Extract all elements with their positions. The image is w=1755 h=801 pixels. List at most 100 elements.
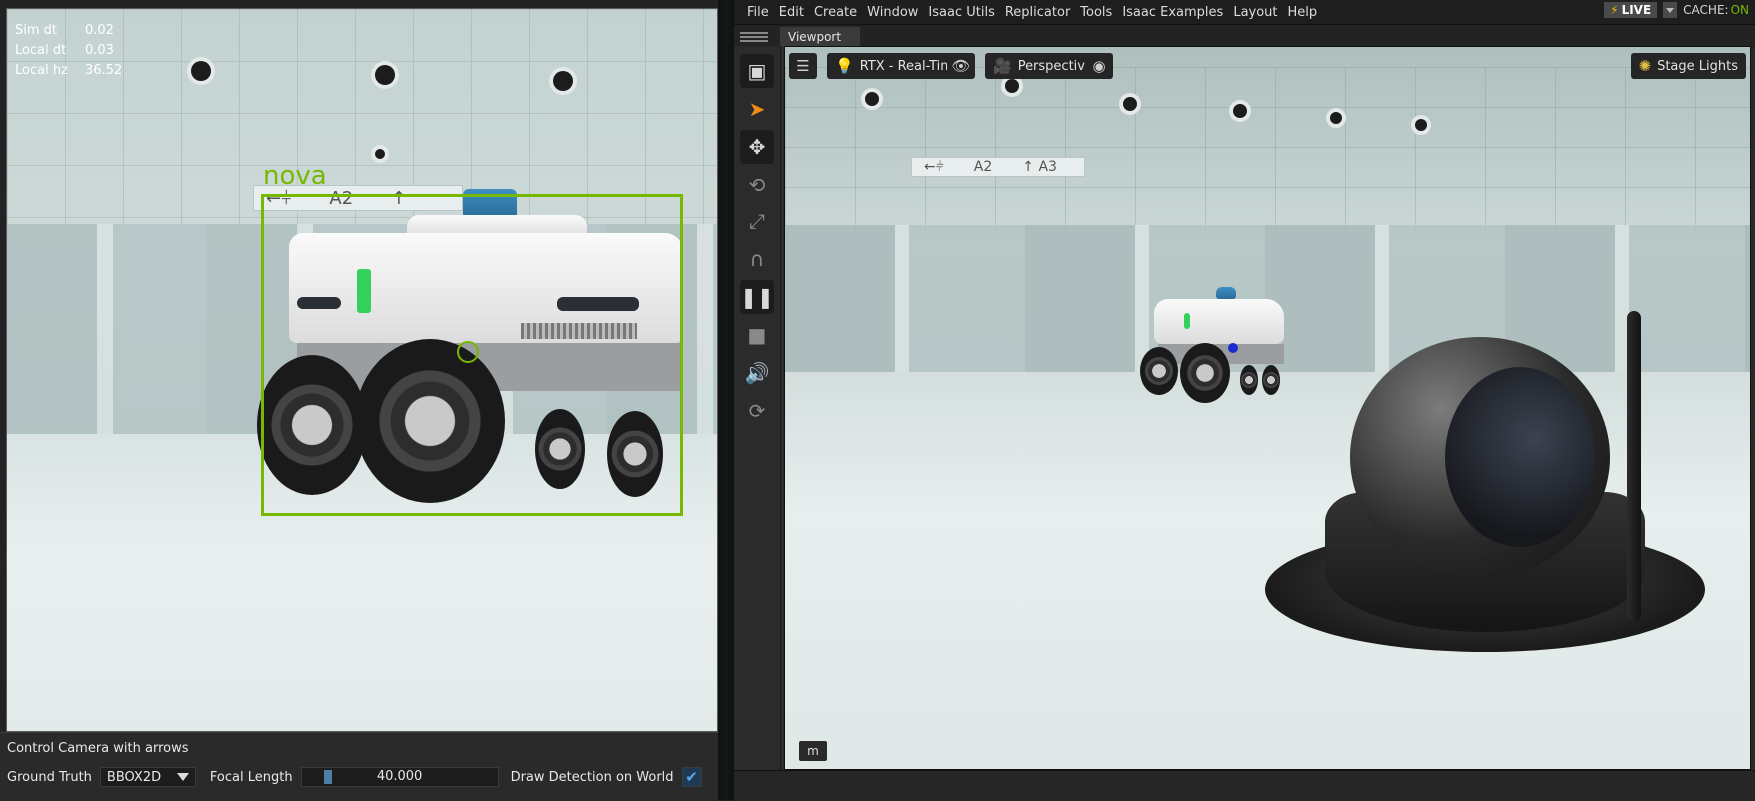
- isaac-sim-window: File Edit Create Window Isaac Utils Repl…: [734, 0, 1755, 801]
- slider-handle[interactable]: [323, 770, 332, 784]
- ceiling-speaker: [1330, 112, 1342, 124]
- stat-label: Sim dt: [15, 23, 58, 38]
- stat-value: 0.03: [85, 43, 114, 58]
- menu-edit[interactable]: Edit: [774, 5, 809, 20]
- live-label: LIVE: [1621, 3, 1652, 17]
- menu-replicator[interactable]: Replicator: [1000, 5, 1075, 20]
- select-tool-icon[interactable]: ➤: [740, 92, 774, 126]
- viewport-settings-button[interactable]: ☰: [789, 53, 817, 79]
- controls-row: Ground Truth BBOX2D Focal Length 40.000 …: [7, 766, 702, 788]
- menu-window[interactable]: Window: [862, 5, 923, 20]
- ceiling-speaker: [1415, 119, 1427, 131]
- chevron-down-icon: [1666, 7, 1675, 13]
- wheel: [1140, 347, 1178, 395]
- visibility-button[interactable]: 👁: [947, 53, 975, 79]
- grip-icon[interactable]: [740, 32, 768, 42]
- sign-gate: A2: [973, 159, 993, 175]
- snap-magnet-icon[interactable]: ∩: [740, 242, 774, 276]
- refresh-icon[interactable]: ⟳: [740, 394, 774, 428]
- chevron-down-icon: [176, 773, 189, 781]
- lightning-icon: ⚡: [1610, 3, 1619, 17]
- sign-arrows: ←⫩: [924, 159, 944, 175]
- gate-sign: ←⫩ A2 ↑ A3: [911, 157, 1085, 177]
- camera-lens-window: [1445, 367, 1595, 547]
- detection-bbox: [261, 194, 683, 516]
- focal-length-value: 40.000: [376, 769, 423, 784]
- menu-isaac-utils[interactable]: Isaac Utils: [923, 5, 999, 20]
- stat-label: Local dt: [15, 43, 67, 58]
- stat-row: Local dt 0.03: [15, 41, 122, 61]
- viewport-canvas[interactable]: ←⫩ A2 ↑ A3 ☰ 💡 RTX - Real-Time 👁 🎥 Persp…: [784, 46, 1751, 770]
- ceiling-speaker: [1233, 104, 1247, 118]
- ground-truth-dropdown[interactable]: BBOX2D: [99, 767, 196, 787]
- audio-icon[interactable]: 🔊: [740, 356, 774, 390]
- menu-bar: File Edit Create Window Isaac Utils Repl…: [734, 0, 1755, 24]
- ceiling-speaker: [1123, 97, 1137, 111]
- camera-feed: ←⫩ A2 ↑ nova Sim dt 0.02 Local dt 0.03 L…: [6, 8, 718, 732]
- checkmark-icon: ✔: [685, 768, 698, 786]
- viewport-tabbar: Viewport: [734, 24, 1755, 47]
- ground-truth-value: BBOX2D: [106, 769, 162, 785]
- stop-icon[interactable]: ■: [740, 318, 774, 352]
- menu-layout[interactable]: Layout: [1228, 5, 1282, 20]
- menu-file[interactable]: File: [742, 5, 774, 20]
- scale-tool-icon[interactable]: ⤢: [740, 204, 774, 238]
- detection-label: nova: [263, 161, 327, 191]
- sliders-icon: ☰: [796, 57, 810, 75]
- status-light: [1184, 313, 1190, 329]
- sun-icon: ✺: [1638, 57, 1652, 75]
- tab-viewport[interactable]: Viewport: [780, 27, 860, 47]
- focal-length-slider[interactable]: 40.000: [300, 767, 499, 787]
- menu-create[interactable]: Create: [809, 5, 862, 20]
- ceiling-speaker: [553, 71, 573, 91]
- pause-icon[interactable]: ❚❚: [740, 280, 774, 314]
- camera-icon: 🎥: [993, 57, 1012, 75]
- stat-row: Sim dt 0.02: [15, 21, 122, 41]
- stat-label: Local hz: [15, 63, 68, 78]
- camera-controls: Control Camera with arrows Ground Truth …: [0, 732, 718, 801]
- render-mode-label: RTX - Real-Time: [859, 58, 961, 74]
- draw-detection-label: Draw Detection on World: [510, 769, 674, 785]
- stat-row: Local hz 36.52: [15, 61, 122, 81]
- live-status: ⚡ LIVE CACHE: ON: [1604, 2, 1749, 18]
- tool-bar: ▣ ➤ ✥ ⟲ ⤢ ∩ ❚❚ ■ 🔊 ⟳: [734, 46, 781, 770]
- m-button[interactable]: m: [799, 741, 827, 761]
- dome-camera[interactable]: [1265, 311, 1715, 717]
- move-tool-icon[interactable]: ✥: [740, 130, 774, 164]
- bulb-icon: 💡: [835, 57, 854, 75]
- controls-title: Control Camera with arrows: [7, 741, 189, 756]
- stage-lights-label: Stage Lights: [1657, 58, 1738, 74]
- rotate-tool-icon[interactable]: ⟲: [740, 168, 774, 202]
- camera-button[interactable]: 🎥 Perspective: [985, 53, 1101, 79]
- tool-create-icon[interactable]: ▣: [740, 54, 774, 88]
- camera-panel: ←⫩ A2 ↑ nova Sim dt 0.02 Local dt 0.03 L…: [0, 0, 718, 801]
- live-dropdown[interactable]: [1663, 2, 1678, 18]
- eye-icon: 👁: [951, 57, 971, 75]
- draw-detection-checkbox[interactable]: ✔: [681, 767, 702, 787]
- sim-stats: Sim dt 0.02 Local dt 0.03 Local hz 36.52: [15, 21, 122, 81]
- sign-gate-a3: ↑ A3: [1022, 159, 1057, 175]
- ceiling-speaker: [375, 149, 385, 159]
- caster-wheel: [1240, 365, 1258, 395]
- broadcast-icon: ◉: [1092, 57, 1106, 75]
- antenna: [1627, 311, 1641, 621]
- ceiling-speaker: [1005, 79, 1019, 93]
- wheel: [1180, 343, 1230, 403]
- ceiling-speaker: [865, 92, 879, 106]
- live-button[interactable]: ⚡ LIVE: [1604, 2, 1658, 18]
- ceiling-speaker: [191, 61, 211, 81]
- stage-lights-button[interactable]: ✺ Stage Lights: [1630, 53, 1746, 79]
- focal-length-label: Focal Length: [209, 769, 293, 785]
- cache-label: CACHE:: [1683, 3, 1729, 17]
- menu-tools[interactable]: Tools: [1075, 5, 1117, 20]
- stat-value: 0.02: [85, 23, 114, 38]
- sensor-button[interactable]: ◉: [1085, 53, 1113, 79]
- ground-truth-label: Ground Truth: [7, 769, 92, 785]
- lidar-sensor: [1216, 287, 1236, 299]
- ceiling-speaker: [375, 65, 395, 85]
- gizmo-point[interactable]: [1228, 343, 1238, 353]
- menu-help[interactable]: Help: [1283, 5, 1323, 20]
- wall-grid: [785, 67, 1750, 237]
- cache-status: ON: [1730, 3, 1749, 17]
- menu-isaac-examples[interactable]: Isaac Examples: [1117, 5, 1228, 20]
